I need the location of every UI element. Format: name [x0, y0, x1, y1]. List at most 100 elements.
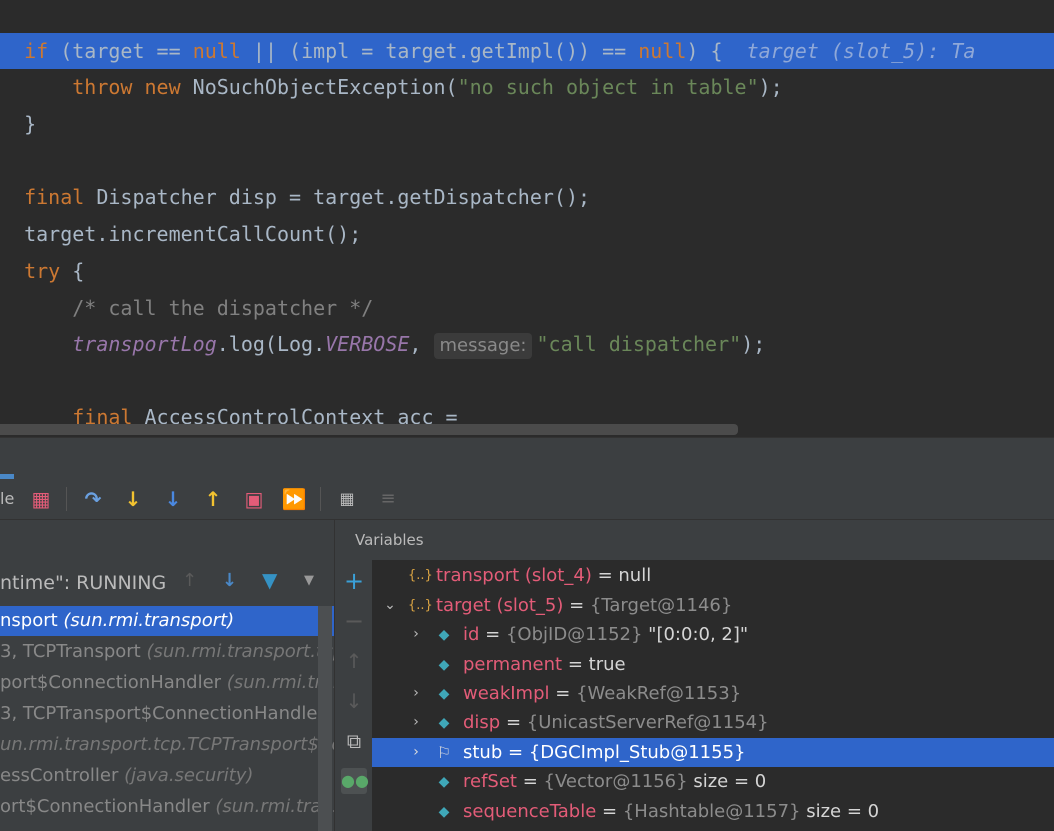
- frames-scrollbar[interactable]: [318, 606, 332, 831]
- expand-arrow-icon[interactable]: ⌄: [382, 591, 398, 620]
- string-literal: "no such object in table": [457, 75, 759, 99]
- variable-row[interactable]: › ◆ weakImpl = {WeakRef@1153}: [372, 679, 1054, 708]
- collapse-arrow-icon[interactable]: ›: [408, 708, 424, 737]
- variable-row-selected[interactable]: › ⚐ stub = {DGCImpl_Stub@1155}: [372, 738, 1054, 767]
- prev-frame-icon[interactable]: ↑: [182, 570, 197, 591]
- string-literal: "call dispatcher": [536, 332, 742, 356]
- variable-row[interactable]: ◆ permanent = true: [372, 650, 1054, 679]
- remove-watch-icon[interactable]: −: [341, 608, 367, 634]
- frame-item[interactable]: 3, TCPTransport$ConnectionHandler: [0, 699, 334, 729]
- step-out-icon[interactable]: ↑: [200, 485, 226, 513]
- field-tag-icon: ◆: [438, 686, 450, 702]
- step-over-icon[interactable]: ↷: [80, 485, 106, 513]
- code-line-8[interactable]: transportLog.log(Log.VERBOSE, message: "c…: [0, 326, 765, 362]
- variable-row[interactable]: › ◆ id = {ObjID@1152} "[0:0:0, 2]": [372, 620, 1054, 649]
- frames-header: [0, 520, 335, 560]
- debug-tab-strip: [0, 437, 1054, 480]
- variable-value: {WeakRef@1153}: [576, 683, 742, 704]
- code-line-4[interactable]: final Dispatcher disp = target.getDispat…: [0, 179, 590, 215]
- frame-item[interactable]: ort$ConnectionHandler (sun.rmi.trans: [0, 792, 334, 822]
- variable-row[interactable]: ⌄ {..} target (slot_5) = {Target@1146}: [372, 591, 1054, 620]
- code-editor[interactable]: if (target == null || (impl = target.get…: [0, 0, 1054, 438]
- code-text: || (impl = target.getImpl()) ==: [240, 39, 639, 63]
- variable-row[interactable]: › ◆ disp = {UnicastServerRef@1154}: [372, 708, 1054, 737]
- variable-literal: true: [588, 654, 626, 675]
- mute-breakpoints-icon[interactable]: ▦: [28, 485, 54, 513]
- comment: /* call the dispatcher */: [72, 296, 374, 320]
- variable-name: stub: [463, 742, 503, 763]
- local-variable-icon: {..}: [408, 598, 433, 613]
- flag-icon: ⚐: [436, 743, 452, 762]
- horizontal-scrollbar[interactable]: [0, 424, 738, 435]
- code-line-3[interactable]: }: [0, 106, 36, 142]
- kw: null: [192, 39, 241, 63]
- step-into-icon[interactable]: ↓: [120, 485, 146, 513]
- next-frame-icon[interactable]: ↓: [222, 570, 237, 591]
- frame-package: un.rmi.transport.tcp.TCPTransport$Co: [0, 734, 334, 755]
- field-tag-icon: ◆: [438, 715, 450, 731]
- variables-header: Variables: [334, 520, 1054, 560]
- frame-item[interactable]: un.rmi.transport.tcp.TCPTransport$Co: [0, 730, 334, 760]
- move-up-icon[interactable]: ↑: [341, 648, 367, 674]
- code-line-2[interactable]: throw new NoSuchObjectException("no such…: [0, 69, 783, 105]
- collapse-arrow-icon[interactable]: ›: [408, 620, 424, 649]
- variable-literal: "[0:0:0, 2]": [642, 624, 749, 645]
- code-text: );: [758, 75, 783, 99]
- code-line-6[interactable]: try {: [0, 253, 84, 289]
- variable-row[interactable]: ◆ sequenceTable = {Hashtable@1157} size …: [372, 797, 1054, 826]
- frame-package: (sun.rmi.transport): [63, 610, 235, 631]
- code-text: NoSuchObjectException(: [180, 75, 458, 99]
- code-line-7[interactable]: /* call the dispatcher */: [0, 290, 373, 326]
- trace-icon[interactable]: ≡: [375, 485, 401, 513]
- collapse-arrow-icon[interactable]: ›: [408, 679, 424, 708]
- filter-icon[interactable]: ▼: [262, 568, 277, 592]
- code-text: .log(Log.: [216, 332, 326, 356]
- frame-package: (sun.rmi.trans: [215, 796, 334, 817]
- field-tag-icon: ◆: [438, 774, 450, 790]
- frame-method: port$ConnectionHandler: [0, 672, 227, 693]
- variable-eq: =: [479, 624, 506, 645]
- collapse-arrow-icon[interactable]: ›: [408, 738, 424, 767]
- code-text: );: [741, 332, 766, 356]
- copy-icon[interactable]: ⧉: [341, 728, 367, 754]
- kw: null: [638, 39, 687, 63]
- run-to-cursor-icon[interactable]: ⏩: [281, 485, 307, 513]
- frame-item[interactable]: [0, 823, 334, 831]
- glasses-icon[interactable]: ●●: [341, 768, 369, 794]
- code-text: ) {: [686, 39, 723, 63]
- thread-dropdown-icon[interactable]: ▼: [304, 573, 314, 588]
- field: VERBOSE: [325, 332, 410, 356]
- toolbar-cut-label: le: [0, 489, 15, 508]
- kw: try: [24, 259, 61, 283]
- frame-item[interactable]: 3, TCPTransport (sun.rmi.transport.tcp: [0, 637, 334, 667]
- variable-eq: =: [549, 683, 577, 704]
- variable-literal: size = 0: [800, 801, 880, 822]
- add-watch-icon[interactable]: +: [341, 568, 367, 594]
- variable-row[interactable]: {..} transport (slot_4) = null: [372, 561, 1054, 590]
- evaluate-expression-icon[interactable]: ▦: [334, 485, 360, 513]
- variable-name: id: [463, 624, 480, 645]
- frame-method: 3, TCPTransport: [0, 641, 147, 662]
- field-tag-icon: ◆: [438, 804, 450, 820]
- frame-item[interactable]: port$ConnectionHandler (sun.rmi.tran: [0, 668, 334, 698]
- code-text: ,: [409, 332, 434, 356]
- variable-value: {DGCImpl_Stub@1155}: [528, 742, 746, 763]
- force-step-into-icon[interactable]: ↓: [160, 485, 186, 513]
- drop-frame-icon[interactable]: ▣: [241, 485, 267, 513]
- code-text: (target ==: [48, 39, 193, 63]
- variable-name: sequenceTable: [463, 801, 597, 822]
- move-down-icon[interactable]: ↓: [341, 688, 367, 714]
- frame-item[interactable]: essController (java.security): [0, 761, 334, 791]
- variable-row[interactable]: ◆ refSet = {Vector@1156} size = 0: [372, 767, 1054, 796]
- frame-item[interactable]: nsport (sun.rmi.transport): [0, 606, 334, 636]
- frame-method: ort$ConnectionHandler: [0, 796, 216, 817]
- kw: new: [144, 75, 181, 99]
- frame-method: 3, TCPTransport$ConnectionHandler: [0, 703, 325, 724]
- kw: if: [24, 39, 49, 63]
- code-line-1[interactable]: if (target == null || (impl = target.get…: [0, 33, 1054, 69]
- param-hint: message:: [433, 332, 533, 359]
- thread-selector[interactable]: ntime": RUNNING ↑ ↓ ▼ ▼: [0, 560, 334, 606]
- variables-side-toolbar: + − ↑ ↓ ⧉ ●●: [334, 560, 374, 831]
- variable-eq: =: [516, 771, 544, 792]
- code-line-5[interactable]: target.incrementCallCount();: [0, 216, 361, 252]
